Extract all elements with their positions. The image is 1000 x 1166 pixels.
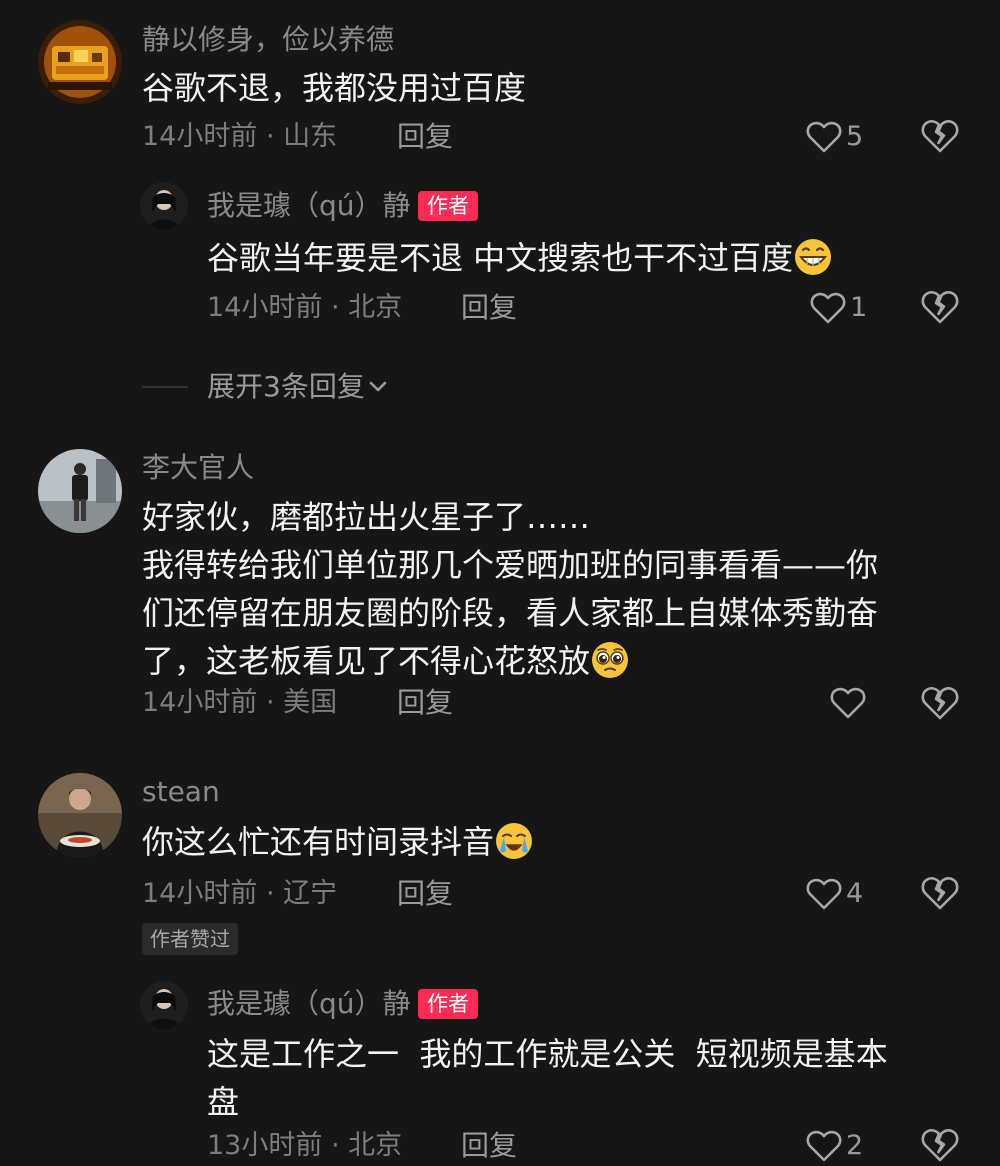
comment-text-line: 谷歌不退，我都没用过百度 xyxy=(142,69,527,107)
like-button[interactable]: 2 xyxy=(806,1126,863,1166)
crying-face-icon xyxy=(494,821,534,861)
comment-username[interactable]: 李大官人 xyxy=(142,450,254,486)
comment-text-line: 们还停留在朋友圈的阶段，看人家都上自媒体秀勤奋 xyxy=(142,594,879,632)
comment-location: 山东 xyxy=(283,121,338,152)
broken-heart-icon xyxy=(921,120,959,153)
dislike-button[interactable] xyxy=(920,873,960,913)
comment-time: 14小时前 xyxy=(142,878,258,909)
comment-time: 14小时前 xyxy=(142,121,258,152)
dislike-button[interactable] xyxy=(920,683,960,723)
comment-text-line: 了，这老板看见了不得心花怒放 xyxy=(142,642,591,680)
comment-meta: 14小时前 · 山东 xyxy=(142,119,337,155)
comment-location: 美国 xyxy=(283,687,338,718)
broken-heart-icon xyxy=(921,1129,959,1162)
broken-heart-icon xyxy=(921,291,959,324)
pleading-face-icon xyxy=(590,640,630,680)
avatar[interactable] xyxy=(38,20,122,104)
comment-username[interactable]: 静以修身，俭以养德 xyxy=(142,22,394,58)
meta-separator: · xyxy=(330,292,340,323)
avatar[interactable] xyxy=(140,981,188,1029)
chevron-down-icon xyxy=(369,381,387,392)
reply-button[interactable]: 回复 xyxy=(397,685,453,721)
dislike-button[interactable] xyxy=(920,1125,960,1165)
reply-time: 13小时前 xyxy=(207,1130,323,1161)
expand-divider xyxy=(142,386,188,388)
comment-meta: 14小时前 · 美国 xyxy=(142,685,337,721)
reply-button[interactable]: 回复 xyxy=(397,876,453,912)
reply-username[interactable]: 我是璩（qú）静 xyxy=(207,188,411,224)
reply-text: 谷歌当年要是不退 中文搜索也干不过百度 xyxy=(207,234,833,282)
reply-button[interactable]: 回复 xyxy=(397,119,453,155)
broken-heart-icon xyxy=(921,687,959,720)
like-count: 5 xyxy=(846,121,864,152)
comment-text-line: 你这么忙还有时间录抖音 xyxy=(142,823,495,861)
reply-username[interactable]: 我是璩（qú）静 xyxy=(207,986,411,1022)
expand-replies-button[interactable]: 展开3条回复 xyxy=(207,369,389,405)
heart-outline-icon xyxy=(806,1130,842,1162)
like-button[interactable]: 1 xyxy=(810,288,867,328)
comment-text-line: 好家伙，磨都拉出火星子了…… xyxy=(142,498,591,536)
meta-separator: · xyxy=(265,687,275,718)
reply-text: 这是工作之一 我的工作就是公关 短视频是基本 盘 xyxy=(207,1030,888,1126)
comment-location: 辽宁 xyxy=(283,878,338,909)
comment-text-line-last: 了，这老板看见了不得心花怒放 xyxy=(142,637,878,685)
reply-button[interactable]: 回复 xyxy=(461,290,517,326)
author-badge: 作者 xyxy=(418,191,478,221)
author-badge: 作者 xyxy=(418,989,478,1019)
comment-text: 谷歌不退，我都没用过百度 xyxy=(142,64,526,112)
portrait-avatar-icon xyxy=(140,182,188,230)
avatar[interactable] xyxy=(38,449,122,533)
dislike-button[interactable] xyxy=(920,116,960,156)
grinning-face-icon xyxy=(793,237,833,277)
comment-text: 你这么忙还有时间录抖音 xyxy=(142,818,534,866)
reply-location: 北京 xyxy=(348,1130,403,1161)
heart-outline-icon xyxy=(806,878,842,910)
author-liked-badge: 作者赞过 xyxy=(142,923,238,955)
person-dining-avatar-icon xyxy=(38,773,122,857)
reply-text-line: 盘 xyxy=(207,1083,240,1121)
like-count: 4 xyxy=(846,878,864,909)
reply-text-line: 谷歌当年要是不退 中文搜索也干不过百度 xyxy=(207,239,794,277)
food-photo-avatar-icon xyxy=(38,20,122,104)
comment-meta: 14小时前 · 辽宁 xyxy=(142,876,337,912)
reply-time: 14小时前 xyxy=(207,292,323,323)
reply-meta: 14小时前 · 北京 xyxy=(207,290,402,326)
like-button[interactable]: 4 xyxy=(806,874,863,914)
broken-heart-icon xyxy=(921,877,959,910)
heart-outline-icon xyxy=(810,292,846,324)
meta-separator: · xyxy=(265,878,275,909)
reply-text-line: 这是工作之一 我的工作就是公关 短视频是基本 xyxy=(207,1035,888,1073)
avatar[interactable] xyxy=(140,182,188,230)
meta-separator: · xyxy=(330,1130,340,1161)
comment-username[interactable]: stean xyxy=(142,774,220,810)
portrait-avatar-icon xyxy=(140,981,188,1029)
person-standing-avatar-icon xyxy=(38,449,122,533)
like-button[interactable]: 5 xyxy=(806,117,863,157)
comment-time: 14小时前 xyxy=(142,687,258,718)
heart-outline-icon xyxy=(806,121,842,153)
comment-text-line: 我得转给我们单位那几个爱晒加班的同事看看——你 xyxy=(142,546,879,584)
like-count: 1 xyxy=(850,292,868,323)
like-button[interactable] xyxy=(830,683,870,723)
meta-separator: · xyxy=(265,121,275,152)
avatar[interactable] xyxy=(38,773,122,857)
heart-outline-icon xyxy=(830,687,866,719)
dislike-button[interactable] xyxy=(920,287,960,327)
comment-text: 好家伙，磨都拉出火星子了…… 我得转给我们单位那几个爱晒加班的同事看看——你 们… xyxy=(142,493,878,685)
expand-replies-label: 展开3条回复 xyxy=(207,370,365,403)
reply-location: 北京 xyxy=(348,292,403,323)
